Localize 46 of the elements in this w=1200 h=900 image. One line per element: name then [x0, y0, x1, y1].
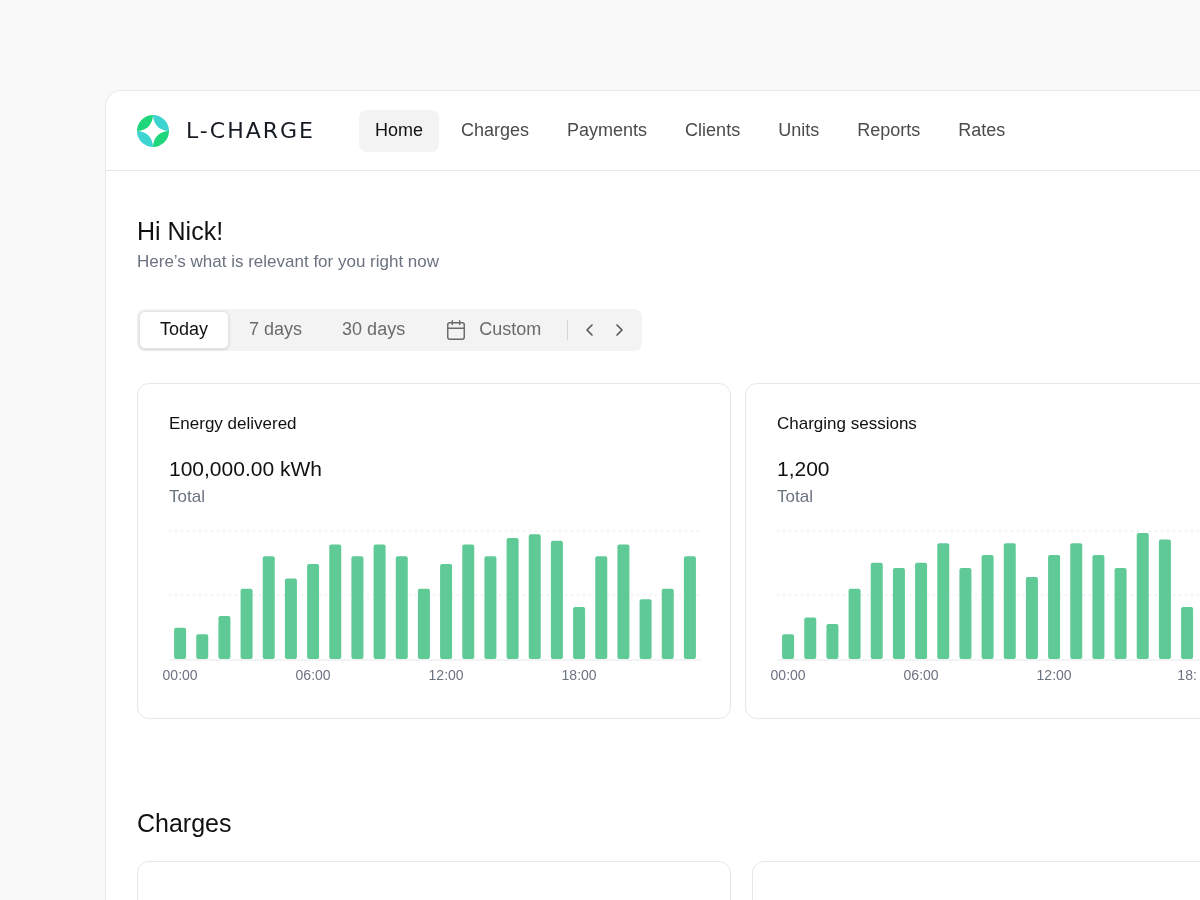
nav-tab[interactable]: Charges — [445, 109, 546, 152]
card-title: Energy delivered — [169, 412, 298, 435]
chevron-right-icon — [615, 323, 623, 336]
bar — [573, 606, 586, 659]
axis-label: 12:00 — [1036, 665, 1072, 685]
axis-label: 18: — [1177, 665, 1197, 685]
logo-icon — [137, 114, 169, 147]
bar — [240, 588, 253, 659]
bar — [1181, 606, 1194, 659]
bar — [826, 623, 839, 659]
section-title: Charges — [137, 807, 233, 839]
bar — [782, 633, 795, 659]
nav-tab[interactable]: Payments — [551, 109, 664, 152]
chevron-left-icon — [585, 323, 593, 336]
range-option[interactable]: 7 days — [229, 310, 323, 349]
metric-caption: Total — [777, 485, 814, 508]
range-option[interactable]: 30 days — [322, 310, 426, 349]
greeting-title: Hi Nick! — [137, 216, 225, 247]
nav-tab[interactable]: Clients — [669, 109, 757, 152]
axis-label: 18:00 — [561, 665, 597, 685]
range-option[interactable]: Today — [139, 310, 230, 349]
greeting-subtitle: Here’s what is relevant for you right now — [137, 251, 441, 273]
bar — [174, 627, 187, 659]
axis-label: 06:00 — [295, 665, 331, 685]
bar — [804, 616, 817, 659]
bar — [848, 588, 861, 659]
metric-value: 100,000.00 kWh — [169, 455, 323, 482]
brand-name: L-CHARGE — [186, 117, 315, 145]
bar — [661, 588, 674, 659]
axis-label: 12:00 — [428, 665, 464, 685]
card-title: Charging sessions — [777, 412, 918, 435]
bar — [196, 633, 209, 659]
nav-tab[interactable]: Rates — [942, 109, 1022, 152]
metric-value: 1,200 — [777, 455, 831, 482]
nav-tab[interactable]: Home — [359, 109, 439, 152]
axis-label: 00:00 — [770, 665, 806, 685]
custom-range-button[interactable]: Custom — [425, 310, 562, 349]
metric-caption: Total — [169, 485, 206, 508]
axis-label: 06:00 — [903, 665, 939, 685]
axis-label: 00:00 — [162, 665, 198, 685]
bar — [639, 598, 652, 659]
calendar-icon — [445, 318, 468, 341]
bar — [417, 588, 430, 659]
bar — [218, 615, 231, 659]
nav-tab[interactable]: Reports — [841, 109, 937, 152]
nav-tab[interactable]: Units — [762, 109, 836, 152]
